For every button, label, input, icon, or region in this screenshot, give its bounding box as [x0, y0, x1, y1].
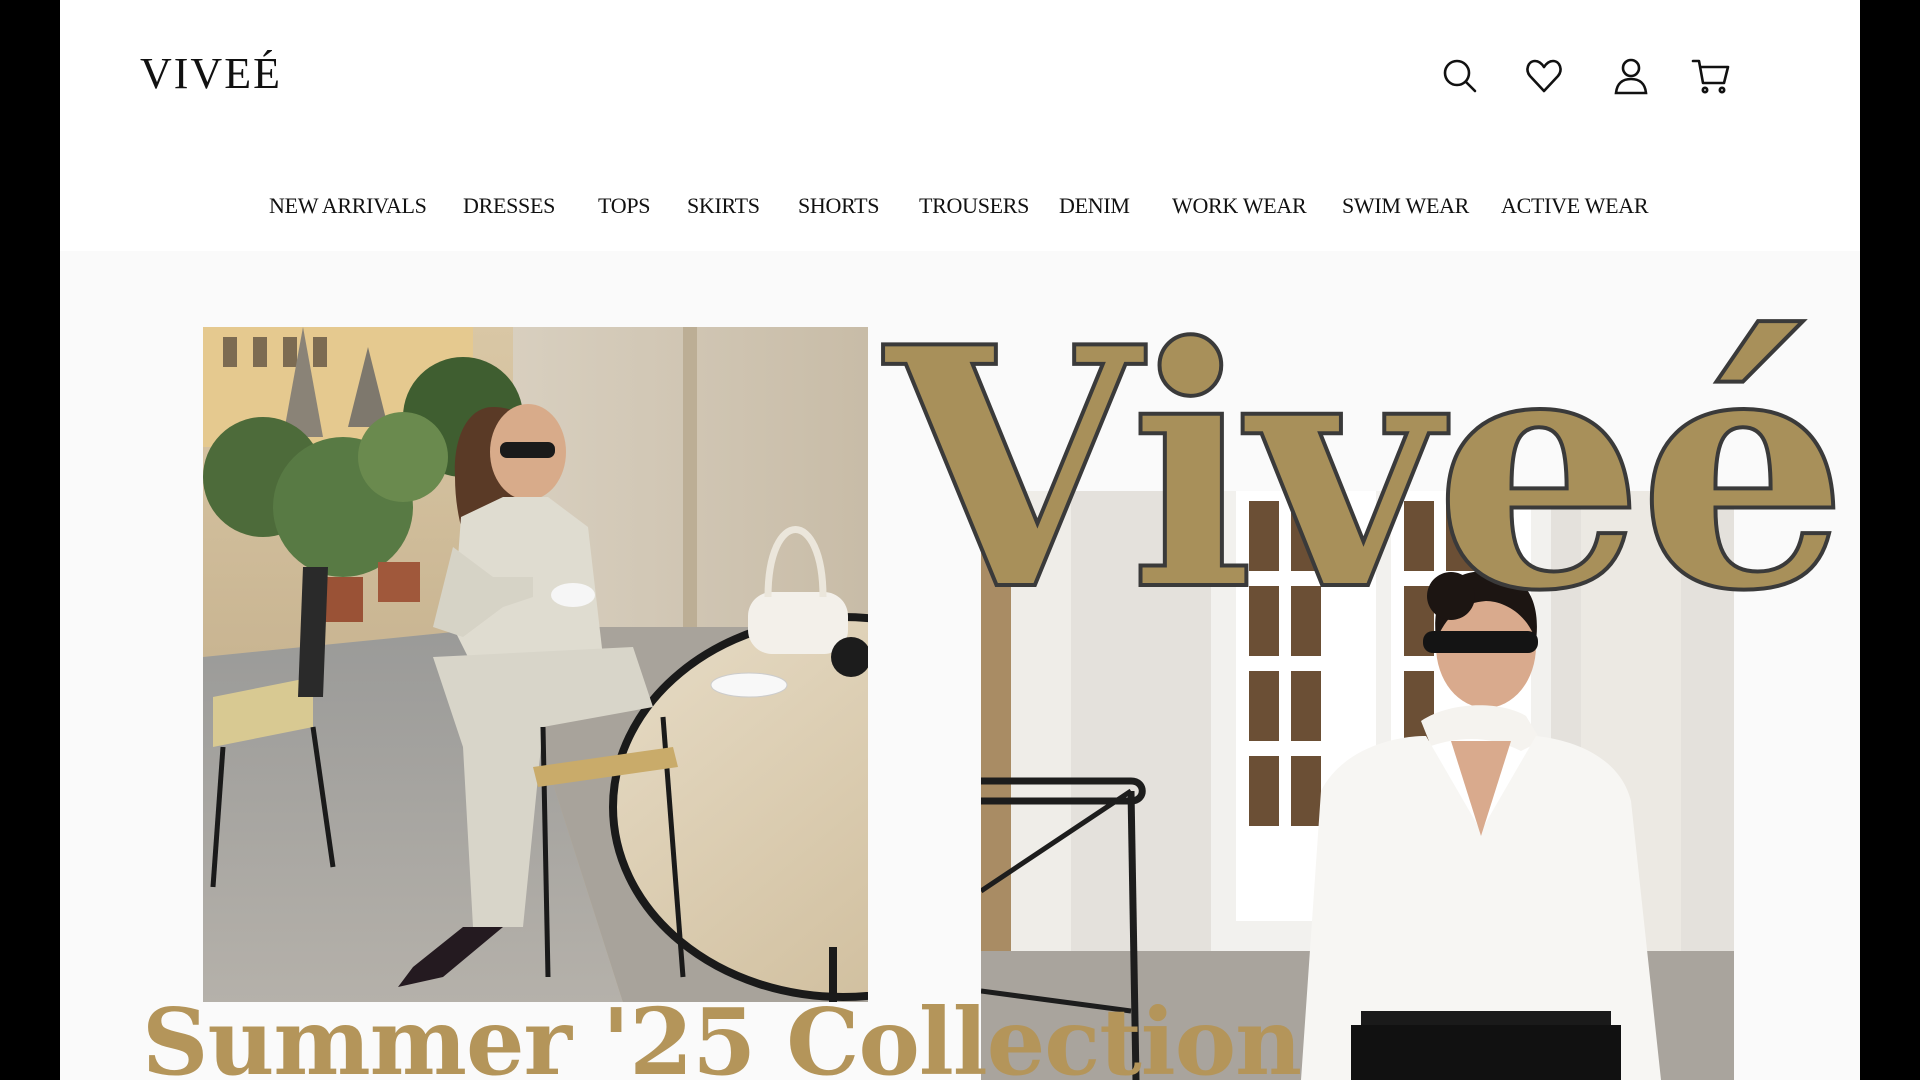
- nav-denim[interactable]: DENIM: [1059, 193, 1130, 219]
- nav-tops[interactable]: TOPS: [598, 193, 651, 219]
- hero-photo-cafe[interactable]: [203, 327, 868, 1002]
- nav-skirts[interactable]: SKIRTS: [687, 193, 760, 219]
- hero-wordmark: Viveé: [878, 273, 1850, 665]
- nav-new-arrivals[interactable]: NEW ARRIVALS: [269, 193, 427, 219]
- cart-icon[interactable]: [1691, 56, 1731, 96]
- svg-text:Viveé: Viveé: [880, 275, 1842, 663]
- heart-icon[interactable]: [1524, 56, 1564, 96]
- category-nav: NEW ARRIVALS DRESSES TOPS SKIRTS SHORTS …: [60, 193, 1860, 229]
- user-icon[interactable]: [1611, 56, 1651, 96]
- nav-active-wear[interactable]: ACTIVE WEAR: [1501, 193, 1649, 219]
- nav-swim-wear[interactable]: SWIM WEAR: [1342, 193, 1469, 219]
- nav-dresses[interactable]: DRESSES: [463, 193, 555, 219]
- collection-title[interactable]: Summer '25 Collection: [142, 996, 1302, 1080]
- storefront-page: VIVEÉ NEW ARRIVALS DRESSES TOPS SKIRTS S…: [60, 0, 1860, 1080]
- nav-trousers[interactable]: TROUSERS: [919, 193, 1029, 219]
- site-header: VIVEÉ NEW ARRIVALS DRESSES TOPS SKIRTS S…: [60, 0, 1860, 251]
- browser-viewport: VIVEÉ NEW ARRIVALS DRESSES TOPS SKIRTS S…: [0, 0, 1920, 1080]
- nav-shorts[interactable]: SHORTS: [798, 193, 880, 219]
- nav-work-wear[interactable]: WORK WEAR: [1172, 193, 1307, 219]
- brand-logo[interactable]: VIVEÉ: [140, 52, 282, 96]
- search-icon[interactable]: [1440, 56, 1480, 96]
- hero-section: Viveé Summer '25 Collection: [60, 251, 1860, 1080]
